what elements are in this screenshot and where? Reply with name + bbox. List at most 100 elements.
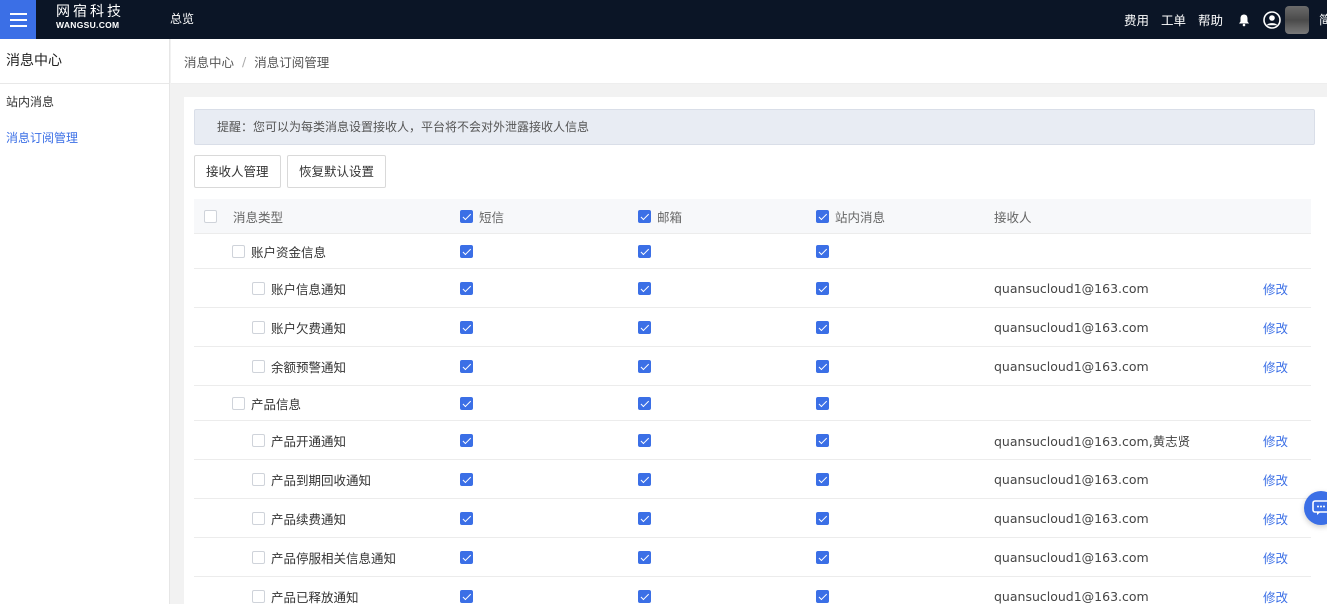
row-message-type: 产品信息 <box>251 396 302 412</box>
receiver-management-button[interactable]: 接收人管理 <box>194 155 281 188</box>
table-row: 产品已释放通知 quansucloud1@163.com 修改 <box>194 577 1311 604</box>
row-sms-checkbox[interactable] <box>460 472 473 486</box>
edit-link[interactable]: 修改 <box>1263 431 1288 450</box>
row-receiver: quansucloud1@163.com <box>994 588 1149 604</box>
table-row: 产品到期回收通知 quansucloud1@163.com 修改 <box>194 460 1311 499</box>
subscription-table: 消息类型 短信 邮箱 站内消息 接收人 账户资金信息账户信息通知 quansucl… <box>194 199 1311 604</box>
header-email: 邮箱 <box>657 209 683 225</box>
edit-link[interactable]: 修改 <box>1263 548 1288 567</box>
top-navbar: 网宿科技 WANGSU.COM 总览 费用 工单 帮助 简 <box>0 0 1327 39</box>
edit-link[interactable]: 修改 <box>1263 587 1288 604</box>
row-email-checkbox[interactable] <box>638 244 651 258</box>
header-email-checkbox[interactable] <box>638 209 651 223</box>
logo-text-en: WANGSU.COM <box>56 20 120 30</box>
sidebar: 消息中心 站内消息 消息订阅管理 <box>0 39 170 604</box>
row-select-checkbox[interactable] <box>252 550 265 564</box>
row-email-checkbox[interactable] <box>638 281 651 295</box>
header-message-type: 消息类型 <box>233 209 284 225</box>
row-email-checkbox[interactable] <box>638 433 651 447</box>
row-inbox-checkbox[interactable] <box>816 550 829 564</box>
row-message-type: 账户欠费通知 <box>271 320 347 336</box>
row-inbox-checkbox[interactable] <box>816 511 829 525</box>
row-message-type: 余额预警通知 <box>271 359 347 375</box>
row-sms-checkbox[interactable] <box>460 320 473 334</box>
row-inbox-checkbox[interactable] <box>816 396 829 410</box>
edit-link[interactable]: 修改 <box>1263 318 1288 337</box>
row-receiver: quansucloud1@163.com <box>994 280 1149 296</box>
main-content: 提醒：您可以为每类消息设置接收人，平台将不会对外泄露接收人信息 接收人管理 恢复… <box>184 97 1327 604</box>
row-email-checkbox[interactable] <box>638 320 651 334</box>
row-inbox-checkbox[interactable] <box>816 472 829 486</box>
row-message-type: 账户资金信息 <box>251 244 327 260</box>
table-body: 账户资金信息 账户信息通知 quansucloud1@163.com 修改 账户欠费通知… <box>194 234 1311 604</box>
row-inbox-checkbox[interactable] <box>816 433 829 447</box>
row-sms-checkbox[interactable] <box>460 281 473 295</box>
overview-link[interactable]: 总览 <box>170 0 194 39</box>
header-sms: 短信 <box>479 209 505 225</box>
row-sms-checkbox[interactable] <box>460 244 473 258</box>
row-inbox-checkbox[interactable] <box>816 359 829 373</box>
table-group-row: 产品信息 <box>194 386 1311 421</box>
row-receiver: quansucloud1@163.com <box>994 319 1149 335</box>
row-inbox-checkbox[interactable] <box>816 244 829 258</box>
row-email-checkbox[interactable] <box>638 511 651 525</box>
row-select-checkbox[interactable] <box>252 589 265 603</box>
table-row: 账户信息通知 quansucloud1@163.com 修改 <box>194 269 1311 308</box>
row-inbox-checkbox[interactable] <box>816 589 829 603</box>
row-select-checkbox[interactable] <box>252 472 265 486</box>
row-sms-checkbox[interactable] <box>460 589 473 603</box>
row-select-checkbox[interactable] <box>252 433 265 447</box>
row-select-checkbox[interactable] <box>252 511 265 525</box>
edit-link[interactable]: 修改 <box>1263 509 1288 528</box>
row-email-checkbox[interactable] <box>638 359 651 373</box>
row-email-checkbox[interactable] <box>638 472 651 486</box>
restore-defaults-button[interactable]: 恢复默认设置 <box>287 155 387 188</box>
row-message-type: 产品停服相关信息通知 <box>271 550 397 566</box>
table-row: 账户欠费通知 quansucloud1@163.com 修改 <box>194 308 1311 347</box>
header-inbox-checkbox[interactable] <box>816 209 829 223</box>
edit-link[interactable]: 修改 <box>1263 279 1288 298</box>
row-sms-checkbox[interactable] <box>460 550 473 564</box>
logo-text-cn: 网宿科技 <box>56 4 124 20</box>
edit-link[interactable]: 修改 <box>1263 470 1288 489</box>
help-link[interactable]: 帮助 <box>1198 10 1223 29</box>
sidebar-title: 消息中心 <box>0 39 169 84</box>
table-header: 消息类型 短信 邮箱 站内消息 接收人 <box>194 199 1311 234</box>
header-sms-checkbox[interactable] <box>460 209 473 223</box>
row-message-type: 账户信息通知 <box>271 281 347 297</box>
row-email-checkbox[interactable] <box>638 550 651 564</box>
row-receiver: quansucloud1@163.com <box>994 510 1149 526</box>
sidebar-item-subscription[interactable]: 消息订阅管理 <box>0 120 169 156</box>
edit-link[interactable]: 修改 <box>1263 357 1288 376</box>
bell-icon[interactable] <box>1237 13 1251 27</box>
row-inbox-checkbox[interactable] <box>816 281 829 295</box>
row-select-checkbox[interactable] <box>232 396 245 410</box>
row-select-checkbox[interactable] <box>232 244 245 258</box>
user-icon[interactable] <box>1263 10 1281 29</box>
row-email-checkbox[interactable] <box>638 589 651 603</box>
breadcrumb-root[interactable]: 消息中心 <box>184 52 234 71</box>
row-sms-checkbox[interactable] <box>460 433 473 447</box>
row-sms-checkbox[interactable] <box>460 359 473 373</box>
table-row: 产品续费通知 quansucloud1@163.com 修改 <box>194 499 1311 538</box>
row-select-checkbox[interactable] <box>252 359 265 373</box>
row-sms-checkbox[interactable] <box>460 396 473 410</box>
row-sms-checkbox[interactable] <box>460 511 473 525</box>
language-switch[interactable]: 简 <box>1319 11 1327 28</box>
row-message-type: 产品续费通知 <box>271 511 347 527</box>
sidebar-item-inbox[interactable]: 站内消息 <box>0 84 169 120</box>
table-row: 产品停服相关信息通知 quansucloud1@163.com 修改 <box>194 538 1311 577</box>
avatar[interactable] <box>1285 5 1309 34</box>
chat-icon <box>1312 500 1327 515</box>
select-all-checkbox[interactable] <box>204 209 217 223</box>
row-message-type: 产品到期回收通知 <box>271 472 372 488</box>
top-right-actions: 费用 工单 帮助 简 <box>1124 0 1327 39</box>
row-email-checkbox[interactable] <box>638 396 651 410</box>
row-inbox-checkbox[interactable] <box>816 320 829 334</box>
row-select-checkbox[interactable] <box>252 320 265 334</box>
ticket-link[interactable]: 工单 <box>1161 10 1186 29</box>
hamburger-menu-icon[interactable] <box>0 0 36 39</box>
billing-link[interactable]: 费用 <box>1124 10 1149 29</box>
company-logo[interactable]: 网宿科技 WANGSU.COM <box>56 5 136 33</box>
row-select-checkbox[interactable] <box>252 281 265 295</box>
